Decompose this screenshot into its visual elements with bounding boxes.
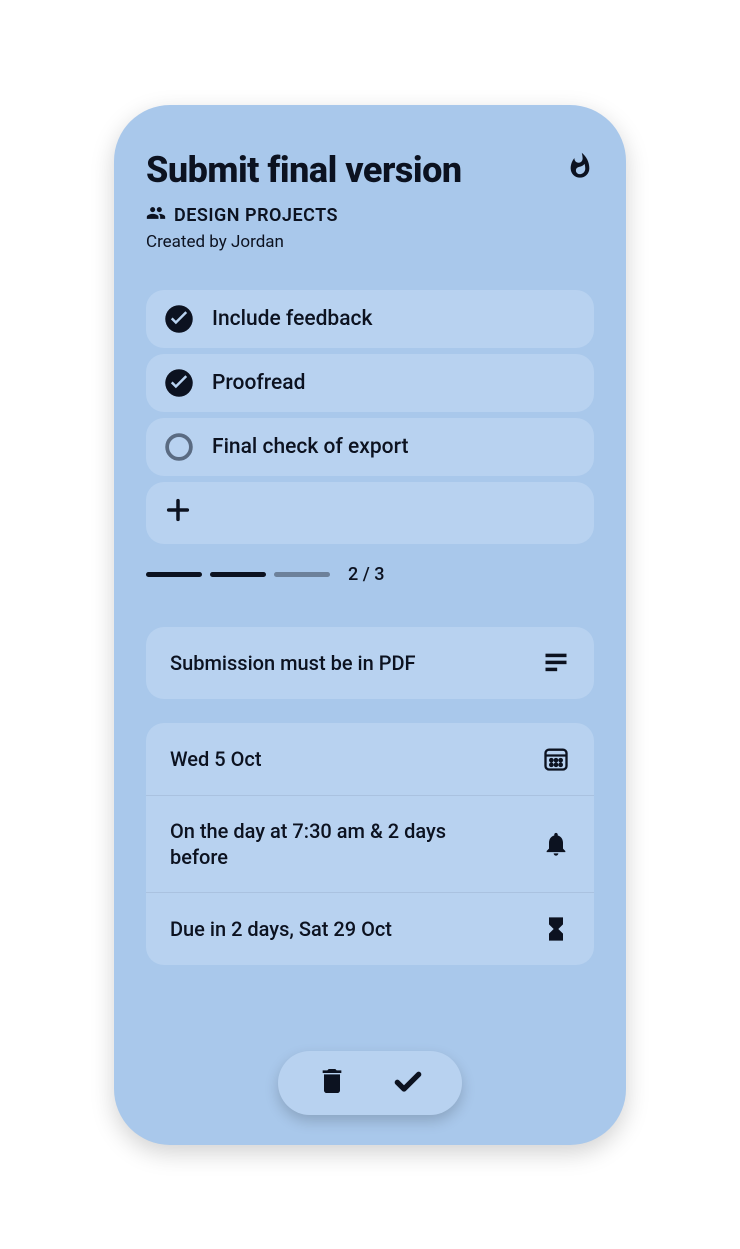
add-subtask-button[interactable]	[146, 482, 594, 544]
task-title: Submit final version	[146, 149, 462, 191]
subtask-item[interactable]: Include feedback	[146, 290, 594, 348]
checkbox-unchecked-icon[interactable]	[164, 432, 194, 462]
progress: 2 / 3	[146, 564, 594, 585]
progress-segment-done	[146, 572, 202, 577]
subtask-label: Final check of export	[212, 435, 409, 459]
delete-button[interactable]	[314, 1065, 350, 1101]
progress-bar	[146, 572, 330, 577]
subtask-label: Include feedback	[212, 307, 372, 331]
subtask-label: Proofread	[212, 371, 305, 395]
calendar-icon	[542, 745, 570, 773]
checkbox-checked-icon[interactable]	[164, 368, 194, 398]
project-name: DESIGN PROJECTS	[174, 205, 338, 226]
reminder-row[interactable]: On the day at 7:30 am & 2 days before	[146, 796, 594, 893]
reminder-text: On the day at 7:30 am & 2 days before	[170, 818, 490, 870]
due-row[interactable]: Due in 2 days, Sat 29 Oct	[146, 893, 594, 965]
subtask-item[interactable]: Final check of export	[146, 418, 594, 476]
date-text: Wed 5 Oct	[170, 746, 261, 772]
checkbox-checked-icon[interactable]	[164, 304, 194, 334]
people-icon	[146, 203, 166, 228]
progress-segment-empty	[274, 572, 330, 577]
plus-icon	[164, 496, 192, 530]
trash-icon	[316, 1065, 348, 1101]
progress-segment-done	[210, 572, 266, 577]
header: Submit final version	[146, 149, 594, 191]
complete-button[interactable]	[390, 1065, 426, 1101]
note-text: Submission must be in PDF	[170, 650, 416, 676]
progress-text: 2 / 3	[348, 564, 384, 585]
subtask-list: Include feedback Proofread Final check o…	[146, 290, 594, 544]
note-card[interactable]: Submission must be in PDF	[146, 627, 594, 699]
bottom-action-bar	[278, 1051, 462, 1115]
subtask-item[interactable]: Proofread	[146, 354, 594, 412]
due-text: Due in 2 days, Sat 29 Oct	[170, 916, 392, 942]
hourglass-icon	[542, 915, 570, 943]
fire-icon[interactable]	[566, 149, 594, 183]
date-row[interactable]: Wed 5 Oct	[146, 723, 594, 796]
project-row[interactable]: DESIGN PROJECTS	[146, 203, 594, 228]
schedule-card: Wed 5 Oct On the day at 7:30 am & 2 days…	[146, 723, 594, 965]
check-icon	[392, 1065, 424, 1101]
task-meta: DESIGN PROJECTS Created by Jordan	[146, 203, 594, 252]
notes-icon	[542, 649, 570, 677]
note-row[interactable]: Submission must be in PDF	[146, 627, 594, 699]
bell-icon	[542, 830, 570, 858]
created-by: Created by Jordan	[146, 232, 594, 252]
task-detail-screen: Submit final version DESIGN PROJECTS Cre…	[114, 105, 626, 1145]
